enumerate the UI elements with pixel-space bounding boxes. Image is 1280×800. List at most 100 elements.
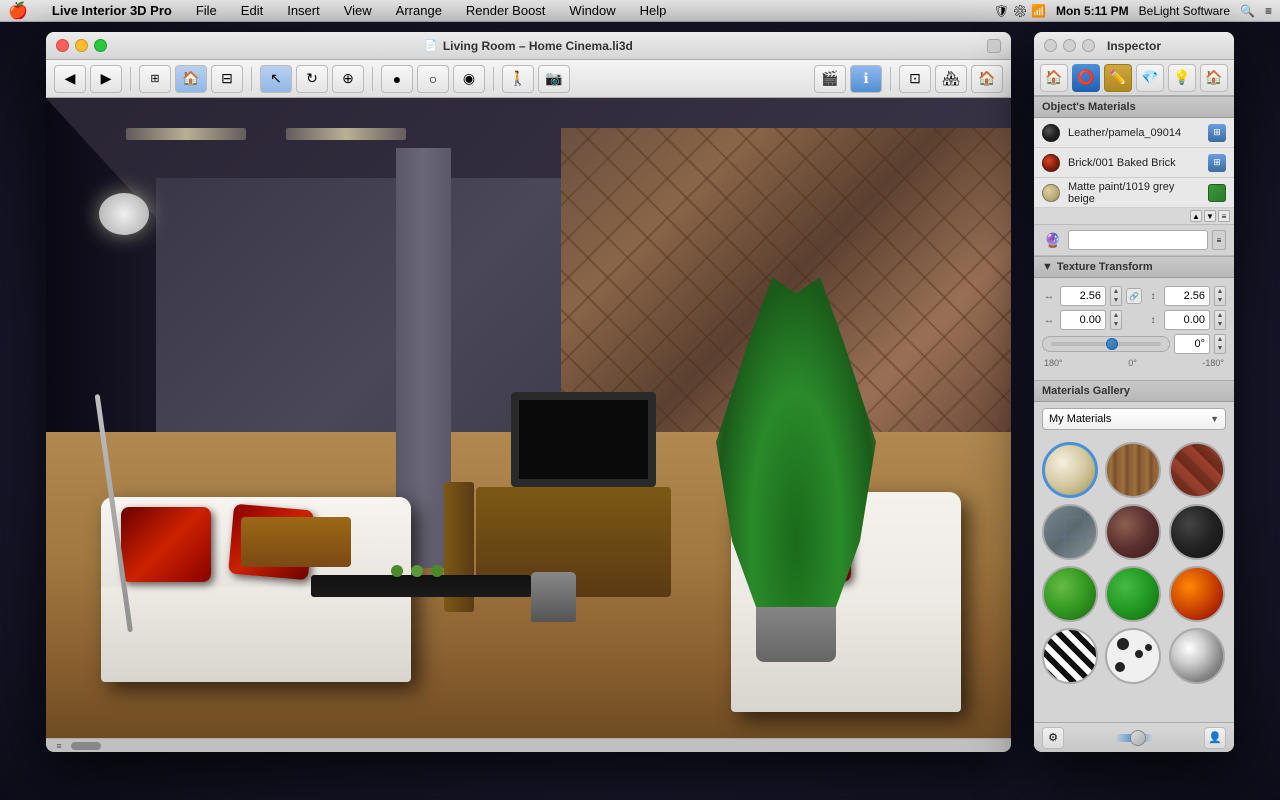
- inspector-minimize[interactable]: [1063, 39, 1076, 52]
- floorplan-button[interactable]: ⊡: [899, 65, 931, 93]
- gallery-mat-wood[interactable]: [1105, 442, 1161, 498]
- offset-x-stepper[interactable]: ▲ ▼: [1110, 310, 1122, 330]
- 2d-view-button[interactable]: ⊞: [139, 65, 171, 93]
- angle-slider[interactable]: [1042, 336, 1170, 352]
- split-view-button[interactable]: ⊟: [211, 65, 243, 93]
- walk-mode-button[interactable]: 🚶: [502, 65, 534, 93]
- close-button[interactable]: [56, 39, 69, 52]
- gallery-mat-tile[interactable]: [1042, 504, 1098, 560]
- material-item-paint[interactable]: Matte paint/1019 grey beige: [1034, 178, 1234, 208]
- wand-tool-button[interactable]: 🔮: [1042, 229, 1064, 251]
- angle-thumb[interactable]: [1106, 338, 1118, 350]
- inspector-user-button[interactable]: 👤: [1204, 727, 1226, 749]
- inspector-tab-home[interactable]: 🏠: [1040, 64, 1068, 92]
- move-tool[interactable]: ⊕: [332, 65, 364, 93]
- offset-y-step-down[interactable]: ▼: [1215, 320, 1225, 329]
- material-item-brick[interactable]: Brick/001 Baked Brick ⊞: [1034, 148, 1234, 178]
- height-step-down[interactable]: ▼: [1215, 296, 1225, 305]
- inspector-tab-materials[interactable]: ⭕: [1072, 64, 1100, 92]
- gallery-mat-spots[interactable]: [1105, 628, 1161, 684]
- gallery-mat-cream[interactable]: [1042, 442, 1098, 498]
- offset-x-step-down[interactable]: ▼: [1111, 320, 1121, 329]
- offset-y-step-up[interactable]: ▲: [1215, 311, 1225, 320]
- gallery-mat-green1[interactable]: [1042, 566, 1098, 622]
- texture-section-collapse[interactable]: ▼: [1042, 261, 1053, 273]
- viewport[interactable]: ≡: [46, 98, 1011, 752]
- apple-menu[interactable]: 🍎: [8, 1, 28, 21]
- gallery-mat-zebra[interactable]: [1042, 628, 1098, 684]
- help-menu[interactable]: Help: [636, 3, 671, 18]
- app-name-menu[interactable]: Live Interior 3D Pro: [48, 3, 176, 18]
- offset-x-step-up[interactable]: ▲: [1111, 311, 1121, 320]
- menu-extra-icon[interactable]: ≡: [1265, 4, 1272, 18]
- house-view-button[interactable]: 🏘: [935, 65, 967, 93]
- select-tool[interactable]: ↖: [260, 65, 292, 93]
- texture-height-input[interactable]: 2.56: [1164, 286, 1210, 306]
- materials-menu[interactable]: ≡: [1218, 210, 1230, 222]
- info-button[interactable]: ℹ: [850, 65, 882, 93]
- back-button[interactable]: ◀: [54, 65, 86, 93]
- gallery-mat-silver[interactable]: [1169, 628, 1225, 684]
- sphere-tool[interactable]: ●: [381, 65, 413, 93]
- window-collapse-button[interactable]: [987, 39, 1001, 53]
- angle-value: 0°: [1194, 338, 1205, 350]
- search-icon[interactable]: 🔍: [1240, 4, 1255, 18]
- width-step-up[interactable]: ▲: [1111, 287, 1121, 296]
- viewport-scrollbar[interactable]: ≡: [46, 738, 1011, 752]
- gallery-mat-brick[interactable]: [1169, 442, 1225, 498]
- insert-menu[interactable]: Insert: [283, 3, 324, 18]
- angle-label-neg180: -180°: [1202, 358, 1224, 368]
- view-menu[interactable]: View: [340, 3, 376, 18]
- inspector-close[interactable]: [1044, 39, 1057, 52]
- edit-menu[interactable]: Edit: [237, 3, 267, 18]
- inspector-slider-thumb[interactable]: [1130, 730, 1146, 746]
- forward-button[interactable]: ▶: [90, 65, 122, 93]
- arrange-menu[interactable]: Arrange: [392, 3, 446, 18]
- gallery-mat-fire[interactable]: [1169, 566, 1225, 622]
- render-button[interactable]: 🎬: [814, 65, 846, 93]
- angle-input[interactable]: 0°: [1174, 334, 1210, 354]
- inspector-settings-button[interactable]: ⚙: [1042, 727, 1064, 749]
- gallery-mat-brown[interactable]: [1105, 504, 1161, 560]
- material-edit-leather[interactable]: ⊞: [1208, 124, 1226, 142]
- materials-scroll-down[interactable]: ▼: [1204, 210, 1216, 222]
- texture-offset-x-input[interactable]: 0.00: [1060, 310, 1106, 330]
- texture-width-input[interactable]: 2.56: [1060, 286, 1106, 306]
- maximize-button[interactable]: [94, 39, 107, 52]
- texture-offset-y-input[interactable]: 0.00: [1164, 310, 1210, 330]
- inspector-tab-edit[interactable]: ✏️: [1104, 64, 1132, 92]
- gallery-mat-green2[interactable]: [1105, 566, 1161, 622]
- minimize-button[interactable]: [75, 39, 88, 52]
- inspector-tab-scene[interactable]: 🏠: [1200, 64, 1228, 92]
- angle-step-up[interactable]: ▲: [1215, 335, 1225, 344]
- gallery-dropdown[interactable]: My Materials ▼: [1042, 408, 1226, 430]
- materials-scroll-up[interactable]: ▲: [1190, 210, 1202, 222]
- window-menu[interactable]: Window: [565, 3, 619, 18]
- material-item-leather[interactable]: Leather/pamela_09014 ⊞: [1034, 118, 1234, 148]
- file-menu[interactable]: File: [192, 3, 221, 18]
- height-stepper[interactable]: ▲ ▼: [1214, 286, 1226, 306]
- width-stepper[interactable]: ▲ ▼: [1110, 286, 1122, 306]
- inspector-maximize[interactable]: [1082, 39, 1095, 52]
- angle-stepper[interactable]: ▲ ▼: [1214, 334, 1226, 354]
- inspector-tab-light[interactable]: 💡: [1168, 64, 1196, 92]
- material-search-field[interactable]: [1068, 230, 1208, 250]
- inspector-slider-bar[interactable]: [1115, 734, 1154, 742]
- height-step-up[interactable]: ▲: [1215, 287, 1225, 296]
- angle-step-down[interactable]: ▼: [1215, 344, 1225, 353]
- camera-button[interactable]: 📷: [538, 65, 570, 93]
- offset-y-stepper[interactable]: ▲ ▼: [1214, 310, 1226, 330]
- width-step-down[interactable]: ▼: [1111, 296, 1121, 305]
- render-boost-menu[interactable]: Render Boost: [462, 3, 550, 18]
- chain-lock[interactable]: 🔗: [1126, 288, 1142, 304]
- material-edit-brick[interactable]: ⊞: [1208, 154, 1226, 172]
- cylinder-tool[interactable]: ◉: [453, 65, 485, 93]
- gallery-mat-dark[interactable]: [1169, 504, 1225, 560]
- material-options-button[interactable]: ≡: [1212, 230, 1226, 250]
- 3d-house-button[interactable]: 🏠: [971, 65, 1003, 93]
- rotate-tool[interactable]: ↻: [296, 65, 328, 93]
- 3d-view-button[interactable]: 🏠: [175, 65, 207, 93]
- ring-tool[interactable]: ○: [417, 65, 449, 93]
- scrollbar-thumb[interactable]: [71, 742, 101, 750]
- inspector-tab-gem[interactable]: 💎: [1136, 64, 1164, 92]
